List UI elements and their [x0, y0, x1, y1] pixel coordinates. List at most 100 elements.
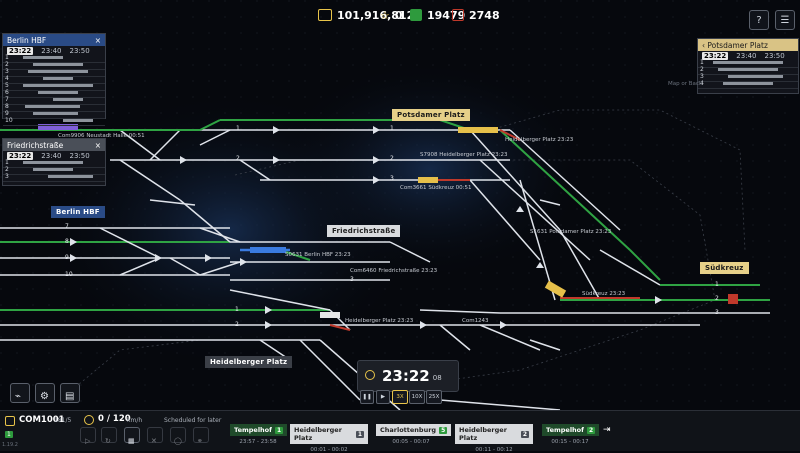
row-number: 3 [700, 73, 704, 80]
train-label[interactable]: S1631 Potsdamer Platz 23:23 [530, 229, 611, 235]
train-label[interactable]: S0631 Berlin HBF 23:23 [285, 252, 351, 258]
coupling-button[interactable]: ⚭ [193, 427, 209, 445]
close-icon[interactable]: × [95, 36, 101, 45]
clock-seconds: 08 [432, 374, 442, 382]
calendar-icon: ▦ [128, 437, 135, 445]
list-button[interactable]: ☰ [775, 10, 795, 30]
train-label[interactable]: Com3661 Südkreuz 00:51 [400, 185, 471, 191]
track-number: 2 [390, 155, 394, 162]
station-label-berlin-hbf[interactable]: Berlin HBF [51, 206, 105, 218]
row-number: 1 [5, 159, 9, 166]
notes-button[interactable]: ▤ [60, 383, 80, 403]
train-label[interactable]: Com9906 Neustadt Halle 00:51 [58, 133, 145, 139]
platform-badge: 2 [586, 426, 596, 434]
current-time: 23:22 [702, 52, 729, 60]
time-axis: 23:22 23:40 23:50 [3, 151, 105, 161]
next-arrow-icon[interactable]: ⇥ [603, 425, 611, 435]
row-number: 2 [700, 66, 704, 73]
timetable-berlin-hbf[interactable]: Berlin HBF × 23:22 23:40 23:50 1 2 3 4 5… [2, 33, 106, 126]
stop-name: Tempelhof [234, 426, 272, 434]
help-icon: ? [756, 14, 762, 26]
stop-time: 23:57 - 23:58 [239, 439, 277, 445]
speed-unit: km/h [127, 417, 143, 424]
play-icon: ▷ [85, 437, 91, 445]
speed-25x-button[interactable]: 25X [426, 390, 442, 404]
stop-button[interactable]: ◯ [170, 427, 186, 445]
panel-title: Friedrichstraße [7, 140, 64, 150]
document-icon: ▤ [65, 391, 75, 402]
station-label-potsdamer-platz[interactable]: Potsdamer Platz [392, 109, 470, 121]
schedule-stop[interactable]: Charlottenburg 5 00:05 - 00:07 [376, 417, 452, 445]
timetable-potsdamer-platz[interactable]: ‹ Potsdamer Platz 23:22 23:40 23:50 1 2 … [697, 38, 799, 94]
time-tick: 23:40 [736, 52, 757, 60]
close-icon[interactable]: × [95, 141, 101, 150]
speed-3x-button[interactable]: 3X [392, 390, 408, 404]
platform-rows: 1 2 3 4 5 6 7 8 9 10 [3, 54, 105, 126]
money-icon [318, 9, 332, 21]
schedule-stop[interactable]: Heidelberger Platz 1 00:01 - 00:02 [290, 417, 368, 453]
route-icon: ⌁ [15, 391, 22, 402]
red-train-icon [452, 9, 464, 21]
track-number: 9 [65, 254, 69, 261]
chevron-left-icon[interactable]: ‹ [702, 41, 705, 50]
list-icon: ☰ [780, 14, 790, 26]
schedule-stop[interactable]: Tempelhof 1 23:57 - 23:58 [230, 417, 288, 445]
star-counter: ☆ 0 [380, 6, 403, 24]
pause-button[interactable]: ❚❚ [360, 390, 374, 404]
track-number: 3 [350, 276, 354, 283]
station-label-suedkreuz[interactable]: Südkreuz [700, 262, 749, 274]
time-axis: 23:22 23:40 23:50 [3, 46, 105, 56]
stop-icon: ◯ [174, 437, 182, 445]
reverse-button[interactable]: ↻ [101, 427, 117, 445]
train-label[interactable]: Heidelberger Platz 23:23 [345, 318, 413, 324]
platform-rows: 1 2 3 4 [698, 59, 798, 89]
time-tick: 23:40 [41, 47, 62, 55]
train-label[interactable]: Com1243 [462, 318, 489, 324]
train-icon [5, 416, 15, 426]
speed-10x-button[interactable]: 10X [409, 390, 425, 404]
schedule-button[interactable]: ▦ [124, 427, 140, 445]
help-button[interactable]: ? [749, 10, 769, 30]
stop-name: Charlottenburg [380, 426, 437, 434]
row-number: 6 [5, 89, 9, 96]
play-train-button[interactable]: ▷ [80, 427, 96, 445]
station-label-heidelberger-platz[interactable]: Heidelberger Platz [205, 356, 293, 368]
panel-header[interactable]: ‹ Potsdamer Platz [698, 39, 798, 51]
train-label[interactable]: Heidelberger Platz 23:23 [505, 137, 573, 143]
track-number: 2 [235, 321, 239, 328]
panel-header[interactable]: Berlin HBF × [3, 34, 105, 46]
schedule-stop[interactable]: Tempelhof 2 00:15 - 00:17 [542, 417, 600, 445]
star-icon: ☆ [380, 8, 390, 22]
track-number: 3 [715, 309, 719, 316]
tools-button[interactable]: ✕ [147, 427, 163, 445]
route-tool-button[interactable]: ⌁ [10, 383, 30, 403]
green-passenger-icon [410, 9, 422, 21]
settings-button[interactable]: ⚙ [35, 383, 55, 403]
train-speed: 0 / 120 [98, 414, 131, 424]
platform-badge: 1 [355, 430, 364, 438]
platform-badge: 5 [439, 426, 448, 434]
play-button[interactable]: ▶ [376, 390, 390, 404]
schedule-stop[interactable]: Heidelberger Platz 2 00:11 - 00:12 [455, 417, 533, 453]
train-label[interactable]: Com6460 Friedrichstraße 23:23 [350, 268, 437, 274]
train-label[interactable]: Südkreuz 23:23 [582, 291, 625, 297]
current-time: 23:22 [7, 47, 34, 55]
time-tick: 23:50 [764, 52, 785, 60]
row-number: 9 [5, 110, 9, 117]
train-label[interactable]: S7908 Heidelberger Platz 23:23 [420, 152, 508, 158]
station-label-friedrichstrasse[interactable]: Friedrichstraße [327, 225, 401, 237]
stop-name: Heidelberger Platz [459, 426, 507, 442]
wrench-icon: ✕ [151, 437, 157, 445]
train-ratio: 181/5 [54, 417, 72, 424]
train-info-bar: COM1001 181/5 0 / 120 km/h Scheduled for… [0, 410, 800, 453]
timetable-friedrichstrasse[interactable]: Friedrichstraße × 23:22 23:40 23:50 1 2 … [2, 138, 106, 186]
row-number: 7 [5, 96, 9, 103]
row-number: 8 [5, 103, 9, 110]
platform-badge: 2 [520, 430, 529, 438]
gear-icon: ⚙ [40, 391, 49, 402]
time-axis: 23:22 23:40 23:50 [698, 51, 798, 61]
train-count-badge: 1 [5, 431, 13, 438]
track-number: 1 [235, 306, 239, 313]
panel-header[interactable]: Friedrichstraße × [3, 139, 105, 151]
clock-icon [365, 370, 375, 380]
